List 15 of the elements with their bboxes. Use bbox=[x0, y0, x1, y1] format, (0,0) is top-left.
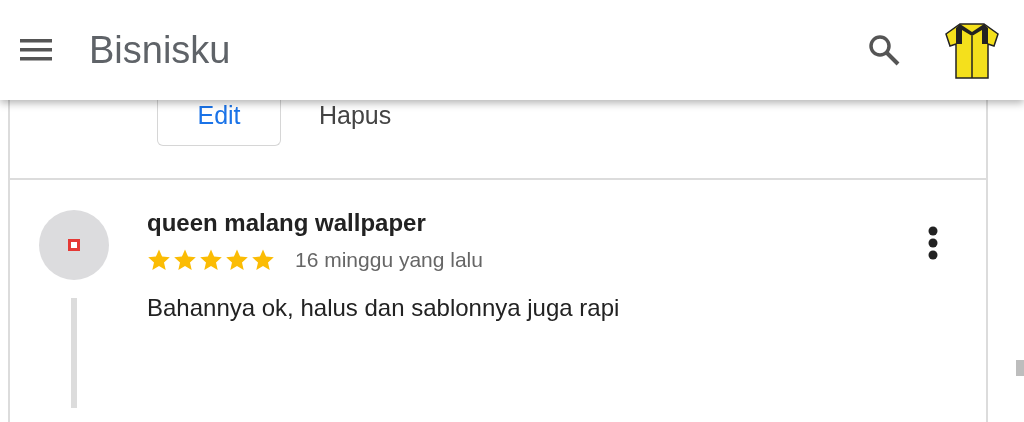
star-icon bbox=[251, 248, 275, 273]
scrollbar-thumb[interactable] bbox=[1016, 360, 1024, 376]
app-title: Bisnisku bbox=[89, 27, 232, 73]
star-icon bbox=[225, 248, 249, 273]
review-text: Bahannya ok, halus dan sablonnya juga rapi bbox=[147, 292, 621, 323]
star-icon bbox=[199, 248, 223, 273]
search-icon[interactable] bbox=[868, 34, 900, 66]
star-icon bbox=[147, 248, 171, 273]
star-icon bbox=[173, 248, 197, 273]
more-options-icon[interactable] bbox=[928, 226, 938, 260]
menu-icon[interactable] bbox=[20, 39, 52, 61]
edit-button[interactable]: Edit bbox=[157, 100, 281, 146]
logo-icon bbox=[67, 239, 80, 251]
author-name: queen malang wallpaper bbox=[147, 210, 427, 237]
review-time: 16 minggu yang lalu bbox=[295, 247, 483, 274]
